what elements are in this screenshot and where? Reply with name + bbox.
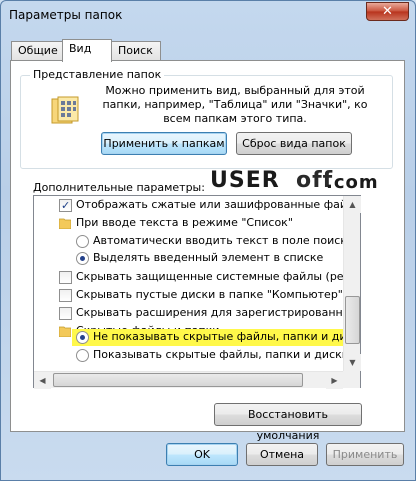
- list-item-label: Выделять введенный элемент в списке: [93, 251, 324, 264]
- list-item-label: Скрывать расширения для зарегистрированн…: [76, 306, 361, 319]
- list-item-label: Показывать скрытые файлы, папки и диски: [93, 348, 349, 361]
- watermark-com: .com: [326, 172, 379, 193]
- scroll-down-icon[interactable]: ▼: [344, 354, 361, 371]
- window-title: Параметры папок: [9, 8, 123, 22]
- list-item[interactable]: Скрывать расширения для зарегистрированн…: [34, 305, 360, 321]
- checkbox[interactable]: [59, 289, 72, 302]
- horizontal-scroll-thumb[interactable]: [53, 373, 303, 387]
- advanced-settings-label: Дополнительные параметры:: [33, 181, 205, 194]
- list-item-label: Скрывать пустые диски в папке "Компьютер…: [76, 288, 343, 301]
- list-item-label: Отображать сжатые или зашифрованные файл…: [76, 198, 361, 211]
- list-item-label: При вводе текста в режиме "Список": [76, 216, 293, 229]
- list-item[interactable]: ✓ Отображать сжатые или зашифрованные фа…: [34, 197, 360, 213]
- radio-button[interactable]: [76, 349, 89, 362]
- tab-view[interactable]: Вид: [62, 39, 112, 62]
- checkbox[interactable]: [59, 271, 72, 284]
- list-item[interactable]: Скрывать пустые диски в папке "Компьютер…: [34, 287, 344, 303]
- folder-view-title: Представление папок: [30, 68, 165, 81]
- scroll-up-icon[interactable]: ▲: [344, 196, 361, 213]
- apply-button[interactable]: Применить: [326, 443, 404, 466]
- vertical-scrollbar[interactable]: ▲ ▼: [343, 196, 361, 371]
- close-button[interactable]: ✕: [366, 2, 409, 21]
- folder-view-description: Можно применить вид, выбранный для этой …: [102, 84, 368, 125]
- list-item[interactable]: Не показывать скрытые файлы, папки и дис…: [34, 329, 360, 345]
- restore-defaults-button[interactable]: Восстановить умолчания: [214, 403, 362, 442]
- scroll-left-icon[interactable]: ◀: [34, 372, 51, 389]
- checkbox[interactable]: ✓: [59, 199, 72, 212]
- list-item[interactable]: Показывать скрытые файлы, папки и диски: [34, 347, 349, 363]
- cancel-button[interactable]: Отмена: [246, 443, 318, 466]
- watermark-logo: USER off .com: [210, 168, 390, 198]
- folder-icon: [59, 218, 71, 229]
- title-bar[interactable]: Параметры папок ✕: [1, 1, 415, 31]
- radio-button[interactable]: [76, 331, 89, 344]
- advanced-settings-list[interactable]: ✓ Отображать сжатые или зашифрованные фа…: [33, 195, 361, 388]
- horizontal-scrollbar[interactable]: ◀ ▶: [34, 371, 343, 389]
- apply-to-folders-button[interactable]: Применить к папкам: [101, 132, 227, 155]
- scrollbar-corner: [343, 371, 360, 388]
- list-item[interactable]: Скрывать защищенные системные файлы (рек…: [34, 269, 360, 285]
- folder-view-icon: [51, 96, 79, 124]
- radio-button[interactable]: [76, 252, 89, 265]
- tab-search[interactable]: Поиск: [111, 41, 161, 61]
- tab-general[interactable]: Общие: [11, 41, 63, 61]
- list-item[interactable]: Выделять введенный элемент в списке: [34, 250, 344, 266]
- radio-button[interactable]: [76, 235, 89, 248]
- ok-button[interactable]: OK: [166, 443, 238, 466]
- vertical-scroll-thumb[interactable]: [345, 296, 360, 344]
- checkbox[interactable]: [59, 307, 72, 320]
- radio-dot-icon: [80, 335, 85, 340]
- radio-dot-icon: [80, 256, 85, 261]
- watermark-user: USER: [210, 168, 280, 193]
- check-icon: ✓: [61, 199, 71, 212]
- list-item-label: Не показывать скрытые файлы, папки и дис…: [93, 330, 361, 343]
- reset-folders-button[interactable]: Сброс вида папок: [236, 132, 352, 155]
- list-item: При вводе текста в режиме "Список": [34, 215, 344, 231]
- list-item-label: Автоматически вводить текст в поле поиск…: [93, 234, 354, 247]
- scroll-right-icon[interactable]: ▶: [326, 372, 343, 389]
- list-item[interactable]: Автоматически вводить текст в поле поиск…: [34, 233, 354, 249]
- list-item-label: Скрывать защищенные системные файлы (рек…: [76, 270, 361, 283]
